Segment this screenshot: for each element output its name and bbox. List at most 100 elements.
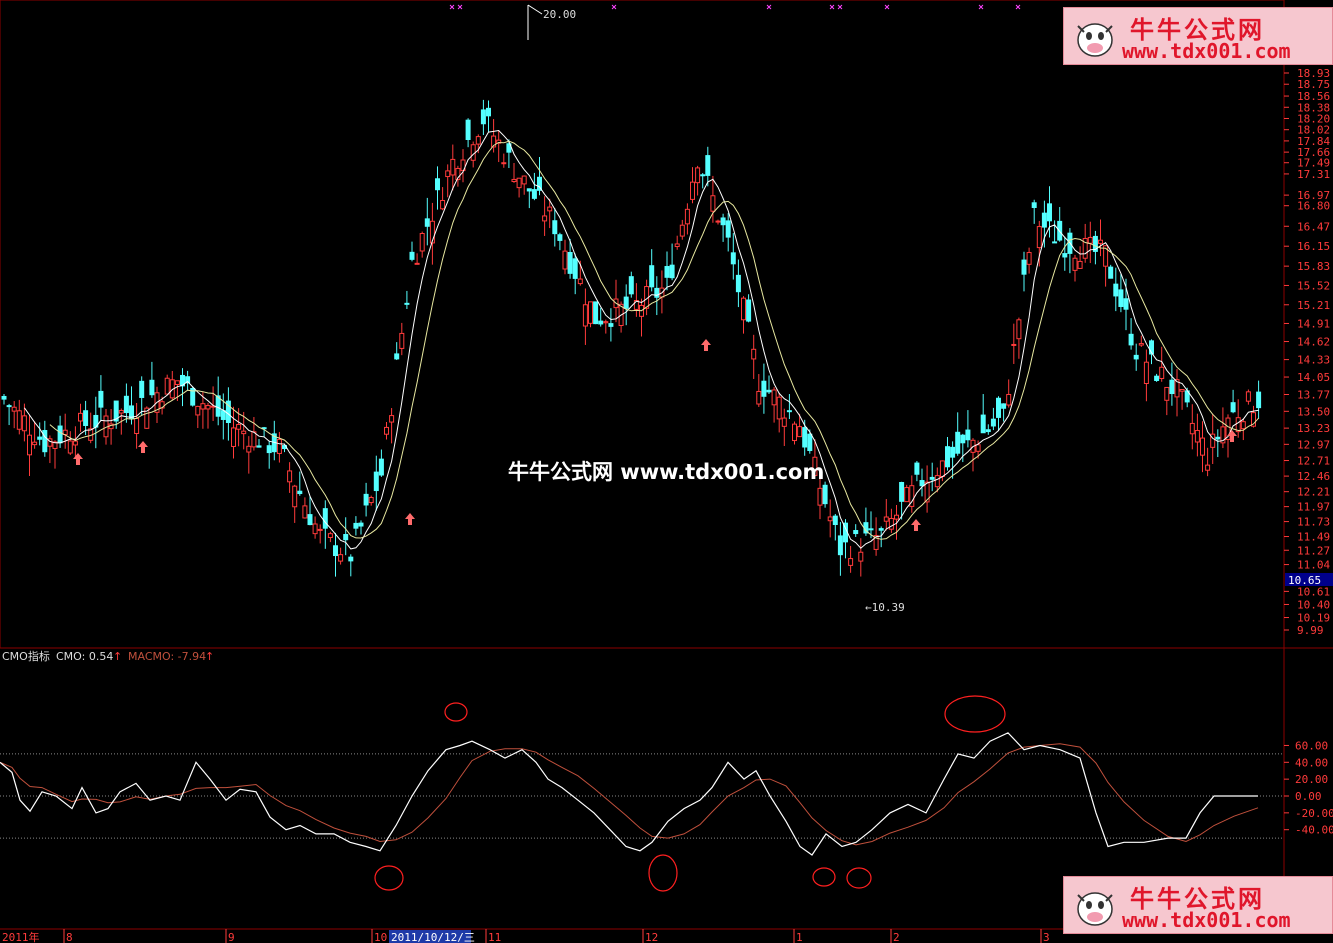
price-tick-label: 14.62 [1297,336,1330,349]
candle-body [781,417,787,427]
candle-body [786,410,792,413]
candle-body [409,251,415,260]
site-logo-bottom: 牛牛公式网 www.tdx001.com [1063,876,1333,934]
candle-body [868,528,874,531]
candle-body [832,515,838,526]
candle-body [307,514,313,526]
candle-body [1164,386,1170,401]
candle-body [751,348,757,360]
candle-body [741,297,746,321]
high-marker-label: 20.00 [543,8,576,21]
candle-body [679,224,685,237]
candle-body [11,406,17,412]
signal-x-icon [449,4,455,10]
candle-body [552,220,558,235]
candle-body [929,476,935,480]
candle-body [1052,241,1058,244]
candle-body [200,403,206,410]
date-axis: 2011年 8 9 10 11 12 1 2 3 [2,929,1050,943]
candle-body [251,431,257,448]
signal-x-icon [457,4,463,10]
price-tick-label: 14.33 [1297,354,1330,367]
candle-body [1031,202,1037,208]
candle-body [27,434,32,456]
cow-mascot-icon [1077,23,1113,57]
signal-circle [374,865,404,891]
cmo-scale: 60.00 40.00 20.00 0.00 -20.00 -40.00 [1284,739,1333,837]
candle-body [1215,436,1221,440]
candle-body [572,258,578,279]
price-tick-label: 16.80 [1297,200,1330,213]
price-tick-label: 14.05 [1297,371,1330,384]
cmo-value-label: CMO: 0.54 [56,650,113,663]
cmo-tick-label: -40.00 [1295,824,1333,837]
candle-body [312,523,318,535]
candle-body [730,252,736,265]
signal-x-icon [1015,4,1021,10]
price-tick-label: 17.31 [1297,168,1330,181]
candle-body [526,188,532,192]
price-tick-label: 12.46 [1297,470,1330,483]
macmo-line [0,743,1259,846]
top-signal-marks [449,4,1021,10]
candle-body [761,380,767,397]
price-tick-label: 11.73 [1297,516,1330,529]
cmo-tick-label: 20.00 [1295,773,1328,786]
stock-chart[interactable]: 20.00 ←10.39 18.9318.7518.5618.3818.2018… [0,0,1333,943]
candle-body [853,530,859,535]
candle-body [628,276,634,295]
cmo-tick-label: 60.00 [1295,739,1328,752]
signal-circle [648,854,678,892]
candle-body [771,389,777,406]
candle-body [593,301,599,325]
candle-body [980,414,986,434]
candle-body [766,389,772,393]
candle-body [1,395,7,400]
price-tick-label: 9.99 [1297,624,1324,637]
signal-x-icon [837,4,843,10]
candle-body [435,178,440,191]
price-tick-label: 16.15 [1297,240,1330,253]
indicator-name: CMO指标 [2,649,50,663]
candle-body [1016,319,1022,340]
candle-body [975,444,981,452]
candle-body [445,170,451,178]
candle-body [389,415,395,423]
price-tick-label: 11.97 [1297,501,1330,514]
candle-body [1205,464,1211,471]
logo-url: www.tdx001.com [1122,39,1291,63]
signal-x-icon [978,4,984,10]
candle-body [802,427,808,448]
signal-circle [444,702,468,722]
candle-body [807,433,813,452]
candle-body [465,119,471,141]
current-price-label: 10.65 [1288,574,1321,587]
candle-body [246,445,252,453]
signal-x-icon [611,4,617,10]
candle-body [557,234,563,241]
candle-body [654,287,660,298]
candle-body [562,250,568,270]
candle-body [985,429,991,433]
candle-body [894,514,899,520]
candle-body [6,405,12,408]
candle-body [582,304,588,327]
candle-body [1159,366,1165,379]
candle-body [343,534,349,541]
price-tick-label: 10.19 [1297,612,1330,625]
candle-body [776,396,782,420]
low-marker-label: ←10.39 [865,601,905,614]
site-logo-top: 牛牛公式网 www.tdx001.com [1063,7,1333,65]
logo-url: www.tdx001.com [1122,908,1291,932]
cmo-arrow-icon: ↑ [113,650,122,663]
candle-body [475,136,481,145]
candle-body [664,266,670,278]
candle-body [649,265,655,288]
price-tick-label: 11.49 [1297,531,1330,544]
candle-body [363,493,369,506]
candle-body [674,243,680,248]
candle-body [919,480,925,487]
candle-body [934,475,940,488]
candle-body [394,353,400,360]
signal-circle [846,867,872,889]
